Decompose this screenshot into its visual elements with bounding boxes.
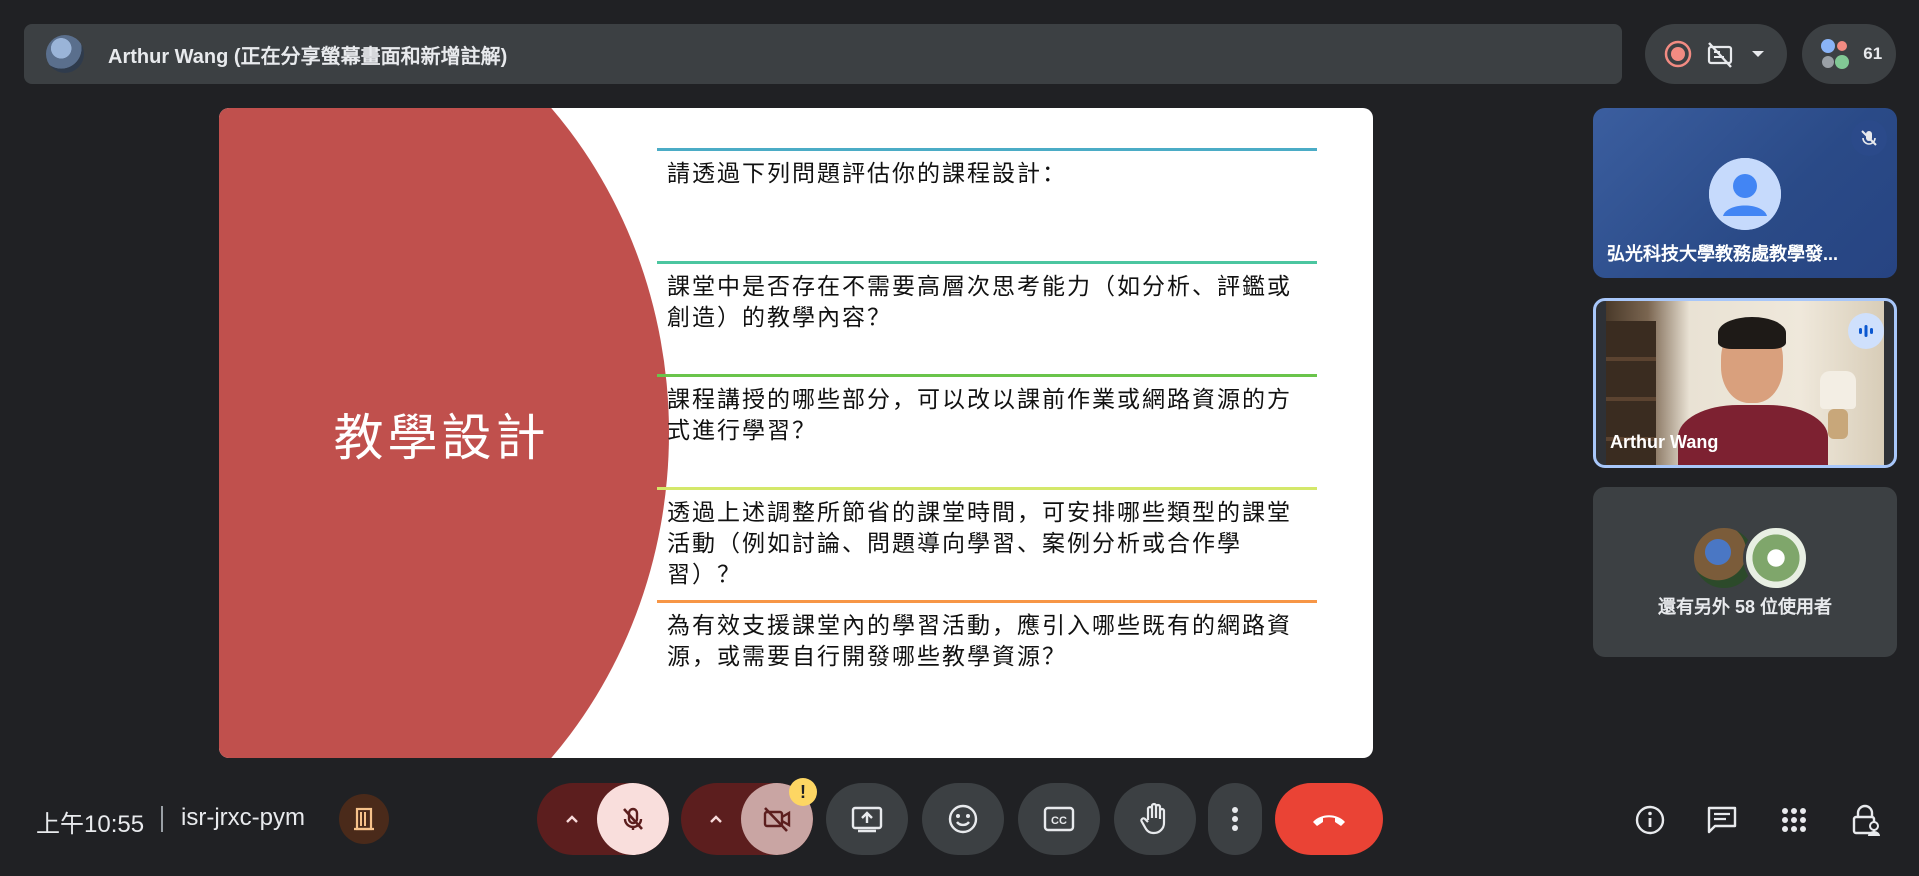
cc-icon: CC xyxy=(1043,806,1075,832)
slide-item: 透過上述調整所節省的課堂時間，可安排哪些類型的課堂活動（例如討論、問題導向學習、… xyxy=(657,487,1317,591)
avatar xyxy=(1743,525,1809,591)
slide-item: 課堂中是否存在不需要高層次思考能力（如分析、評鑑或創造）的教學內容？ xyxy=(657,261,1317,334)
mic-off-icon xyxy=(1851,120,1887,156)
emoji-icon xyxy=(948,804,978,834)
chevron-up-icon xyxy=(566,815,578,823)
slide-item: 為有效支援課堂內的學習活動，應引入哪些既有的網路資源，或需要自行開發哪些教學資源… xyxy=(657,600,1317,673)
mic-off-icon xyxy=(623,807,643,830)
slide-heading: 教學設計 xyxy=(333,409,550,467)
warning-icon: ! xyxy=(789,778,817,806)
slide-item: 課程講授的哪些部分，可以改以課前作業或網路資源的方式進行學習？ xyxy=(657,374,1317,447)
lamp-base xyxy=(1828,409,1848,439)
more-options-button[interactable] xyxy=(1208,783,1262,855)
slide-item: 請透過下列問題評估你的課程設計： xyxy=(657,148,1317,190)
slide-item-text: 透過上述調整所節省的課堂時間，可安排哪些類型的課堂活動（例如討論、問題導向學習、… xyxy=(667,500,1292,588)
shared-screen-slide: 教學設計 請透過下列問題評估你的課程設計： 課堂中是否存在不需要高層次思考能力（… xyxy=(219,108,1373,758)
info-icon xyxy=(1635,805,1665,835)
leave-call-button[interactable] xyxy=(1275,783,1383,855)
presenter-avatar xyxy=(46,35,84,73)
presenter-bar: Arthur Wang (正在分享螢幕畫面和新增註解) xyxy=(24,24,1622,84)
present-screen-button[interactable] xyxy=(826,783,908,855)
captions-off-icon[interactable] xyxy=(1705,39,1735,69)
breakout-room-button[interactable] xyxy=(339,794,389,844)
apps-grid-icon xyxy=(1782,808,1806,832)
activities-button[interactable] xyxy=(1774,800,1814,840)
participant-name: Arthur Wang xyxy=(1610,432,1719,452)
lamp xyxy=(1820,371,1856,409)
recording-controls xyxy=(1645,24,1787,84)
clock: 上午10:55 xyxy=(36,811,145,838)
door-icon xyxy=(354,807,374,831)
svg-text:CC: CC xyxy=(1051,815,1067,827)
more-vert-icon xyxy=(1232,807,1238,831)
participant-tile-active[interactable]: Arthur Wang xyxy=(1593,298,1897,468)
slide-item-text: 課程講授的哪些部分，可以改以課前作業或網路資源的方式進行學習？ xyxy=(667,387,1292,444)
hang-up-icon xyxy=(1313,815,1345,826)
lock-person-icon xyxy=(1852,804,1880,836)
meeting-info-button[interactable] xyxy=(1630,800,1670,840)
captions-button[interactable]: CC xyxy=(1018,783,1100,855)
people-avatars-icon xyxy=(1816,36,1856,72)
people-button[interactable]: 61 xyxy=(1802,24,1896,84)
others-count-label: 還有另外 58 位使用者 xyxy=(1657,597,1833,617)
microphone-control xyxy=(537,783,669,855)
meeting-code: isr-jrxc-pym xyxy=(181,804,305,831)
presenter-title: Arthur Wang (正在分享螢幕畫面和新增註解) xyxy=(108,45,508,68)
raise-hand-button[interactable] xyxy=(1114,783,1196,855)
slide-item-text: 請透過下列問題評估你的課程設計： xyxy=(667,161,1067,187)
avatar xyxy=(1709,158,1781,230)
reactions-button[interactable] xyxy=(922,783,1004,855)
participant-tile[interactable]: 弘光科技大學教務處教學發... xyxy=(1593,108,1897,278)
mic-toggle-button[interactable] xyxy=(597,783,669,855)
host-controls-button[interactable] xyxy=(1846,800,1886,840)
hand-icon xyxy=(1140,802,1166,835)
others-tile[interactable]: 還有另外 58 位使用者 xyxy=(1593,487,1897,657)
slide-item-text: 為有效支援課堂內的學習活動，應引入哪些既有的網路資源，或需要自行開發哪些教學資源… xyxy=(667,613,1292,670)
chevron-down-icon[interactable] xyxy=(1747,43,1769,65)
chat-button[interactable] xyxy=(1702,800,1742,840)
speaking-indicator-icon xyxy=(1848,313,1884,349)
divider xyxy=(161,806,163,832)
chevron-up-icon xyxy=(710,815,722,823)
camera-off-icon xyxy=(763,807,791,832)
slide-item-text: 課堂中是否存在不需要高層次思考能力（如分析、評鑑或創造）的教學內容？ xyxy=(667,274,1292,331)
avatar-stack xyxy=(1691,525,1811,591)
participant-count: 61 xyxy=(1863,44,1883,63)
present-screen-icon xyxy=(851,806,883,833)
participant-name: 弘光科技大學教務處教學發... xyxy=(1607,244,1839,264)
person-hair xyxy=(1718,317,1786,349)
chat-icon xyxy=(1707,806,1737,834)
record-icon[interactable] xyxy=(1663,39,1693,69)
